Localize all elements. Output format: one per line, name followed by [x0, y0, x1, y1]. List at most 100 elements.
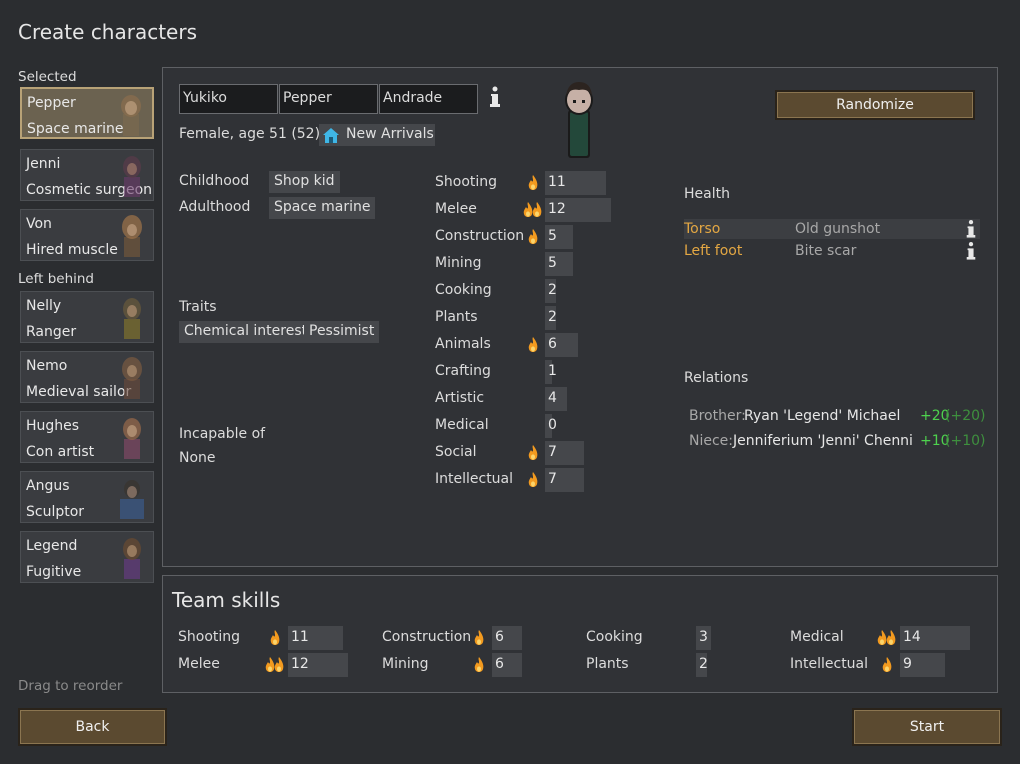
trait-chip[interactable]: Chemical interest — [179, 321, 313, 343]
skill-level-bar[interactable]: 4 — [545, 387, 567, 411]
health-row[interactable]: Torso Old gunshot — [684, 219, 980, 239]
team-skill-name: Shooting — [178, 629, 241, 645]
health-row[interactable]: Left foot Bite scar — [684, 241, 980, 261]
pawn-title: Space marine — [27, 121, 124, 137]
info-icon[interactable] — [965, 241, 977, 261]
skill-name: Cooking — [435, 282, 492, 298]
skill-level-bar[interactable]: 7 — [545, 468, 584, 492]
pawn-card-jenni[interactable]: Jenni Cosmetic surgeon — [20, 149, 154, 201]
skill-name: Animals — [435, 336, 491, 352]
pawn-card-nemo[interactable]: Nemo Medieval sailor — [20, 351, 154, 403]
pawn-portrait — [123, 418, 141, 459]
selected-label: Selected — [18, 69, 77, 85]
first-name-field[interactable]: Yukiko — [179, 84, 278, 114]
pawn-portrait — [123, 538, 141, 579]
team-skill-level-bar: 6 — [492, 626, 522, 650]
relation-type: Niece: — [689, 433, 734, 449]
traits-heading: Traits — [179, 299, 217, 315]
team-skill-name: Medical — [790, 629, 844, 645]
team-skill-name: Construction — [382, 629, 472, 645]
pawn-portrait — [122, 215, 142, 257]
pawn-name: Pepper — [27, 95, 76, 111]
relation-opinion-base: (+10) — [945, 433, 986, 449]
skill-level-bar[interactable]: 5 — [545, 252, 573, 276]
back-button[interactable]: Back — [18, 708, 167, 746]
team-skill-level-bar: 3 — [696, 626, 711, 650]
skill-name: Crafting — [435, 363, 491, 379]
childhood-backstory[interactable]: Shop kid — [269, 171, 340, 193]
team-skill-level-bar: 9 — [900, 653, 945, 677]
skill-name: Intellectual — [435, 471, 514, 487]
relation-row[interactable]: Brother: Ryan 'Legend' Michael +20 (+20) — [689, 408, 985, 428]
skill-level-bar[interactable]: 11 — [545, 171, 606, 195]
minor-passion-flame-icon — [528, 337, 538, 352]
adulthood-label: Adulthood — [179, 199, 251, 215]
pawn-name: Legend — [26, 538, 78, 554]
health-condition: Old gunshot — [795, 221, 881, 237]
skill-level-bar[interactable]: 0 — [545, 414, 557, 438]
team-skill-name: Cooking — [586, 629, 643, 645]
skill-level-bar[interactable]: 5 — [545, 225, 573, 249]
pawn-name: Von — [26, 216, 52, 232]
minor-passion-flame-icon — [528, 472, 538, 487]
pawn-portrait — [123, 156, 141, 197]
pawn-title: Ranger — [26, 324, 77, 340]
pawn-card-nelly[interactable]: Nelly Ranger — [20, 291, 154, 343]
trait-chip[interactable]: Pessimist — [304, 321, 380, 343]
major-passion-flame-icon — [265, 657, 284, 672]
pawn-name: Nelly — [26, 298, 62, 314]
faction-chip[interactable]: New Arrivals — [319, 124, 435, 146]
adulthood-backstory[interactable]: Space marine — [269, 197, 376, 219]
minor-passion-flame-icon — [528, 175, 538, 190]
pawn-card-pepper[interactable]: Pepper Space marine — [20, 87, 154, 139]
pawn-portrait — [120, 480, 144, 519]
team-skill-level-bar: 14 — [900, 626, 970, 650]
major-passion-flame-icon — [523, 202, 542, 217]
pawn-card-hughes[interactable]: Hughes Con artist — [20, 411, 154, 463]
skill-level-bar[interactable]: 1 — [545, 360, 557, 384]
health-heading: Health — [684, 186, 730, 202]
skill-level-bar[interactable]: 7 — [545, 441, 584, 465]
skill-level-bar[interactable]: 6 — [545, 333, 578, 357]
info-icon[interactable] — [965, 219, 977, 239]
start-button[interactable]: Start — [852, 708, 1002, 746]
pawn-figure — [565, 82, 593, 158]
pawn-title: Fugitive — [26, 564, 82, 580]
team-skill-name: Melee — [178, 656, 220, 672]
last-name-field[interactable]: Andrade — [379, 84, 478, 114]
house-icon — [323, 128, 339, 143]
pawn-portrait — [123, 298, 141, 339]
skill-level-bar[interactable]: 12 — [545, 198, 611, 222]
skill-level-bar[interactable]: 2 — [545, 279, 557, 303]
faction-name: New Arrivals — [346, 126, 434, 142]
nick-name-field[interactable]: Pepper — [279, 84, 378, 114]
team-skills-title: Team skills — [172, 588, 281, 612]
relation-type: Brother: — [689, 408, 746, 424]
skill-name: Medical — [435, 417, 489, 433]
pawn-summary: Female, age 51 (52) — [179, 126, 321, 142]
left-behind-label: Left behind — [18, 271, 94, 287]
pawn-card-legend[interactable]: Legend Fugitive — [20, 531, 154, 583]
pawn-name: Nemo — [26, 358, 68, 374]
skill-name: Construction — [435, 228, 525, 244]
skill-level-bar[interactable]: 2 — [545, 306, 557, 330]
page-title: Create characters — [18, 20, 198, 44]
incapable-heading: Incapable of — [179, 426, 266, 442]
pawn-title: Hired muscle — [26, 242, 118, 258]
skill-name: Melee — [435, 201, 477, 217]
minor-passion-flame-icon — [882, 657, 892, 672]
pawn-title: Con artist — [26, 444, 95, 460]
randomize-button[interactable]: Randomize — [775, 90, 975, 120]
pawn-card-von[interactable]: Von Hired muscle — [20, 209, 154, 261]
pawn-title: Sculptor — [26, 504, 85, 520]
relation-name: Ryan 'Legend' Michael — [744, 408, 901, 424]
info-icon[interactable] — [488, 86, 502, 108]
minor-passion-flame-icon — [528, 445, 538, 460]
team-skill-level-bar: 12 — [288, 653, 348, 677]
skill-name: Plants — [435, 309, 478, 325]
skill-name: Shooting — [435, 174, 498, 190]
relation-name: Jenniferium 'Jenni' Chenni — [733, 433, 913, 449]
body-part: Torso — [684, 221, 721, 237]
pawn-card-angus[interactable]: Angus Sculptor — [20, 471, 154, 523]
relation-row[interactable]: Niece: Jenniferium 'Jenni' Chenni +10 (+… — [689, 433, 985, 453]
